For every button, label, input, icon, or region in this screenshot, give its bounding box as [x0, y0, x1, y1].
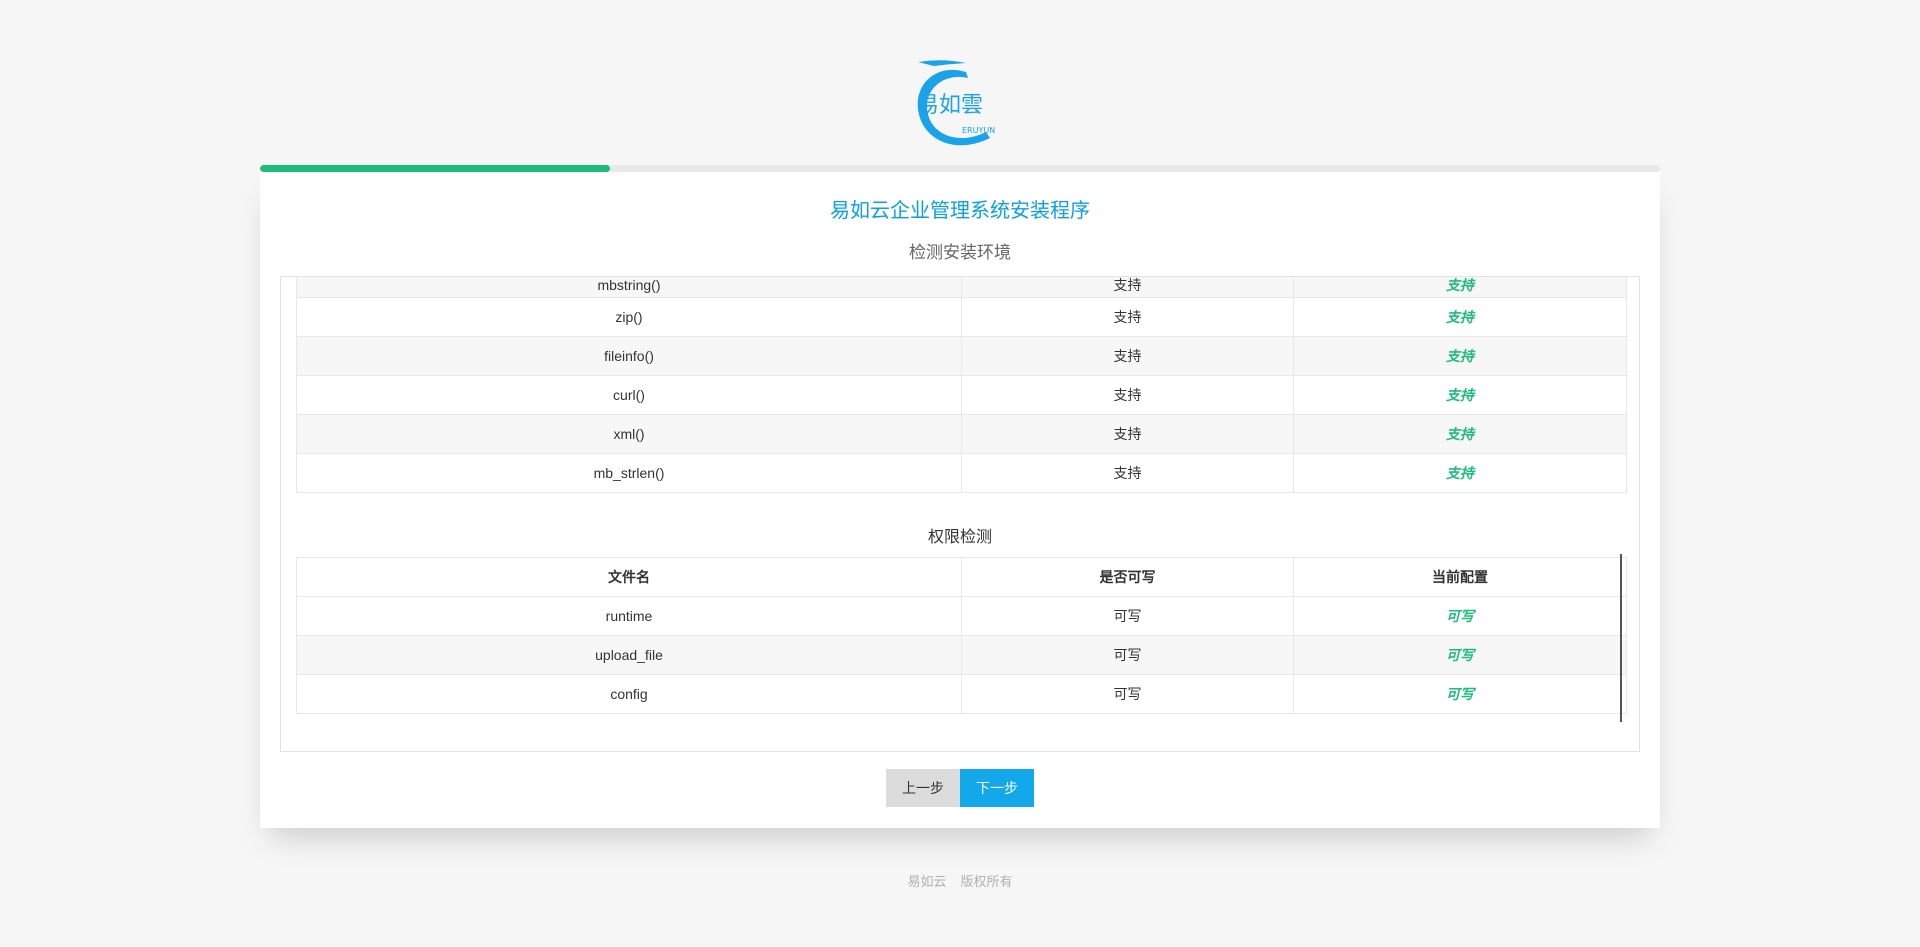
next-step-button[interactable]: 下一步	[960, 769, 1034, 807]
page-subtitle: 检测安装环境	[909, 243, 1011, 262]
table-row: upload_file 可写 可写	[296, 635, 1627, 675]
table-row: fileinfo() 支持 支持	[296, 336, 1627, 376]
function-name: zip()	[296, 297, 962, 337]
required-value: 支持	[961, 375, 1294, 415]
install-progress-fill	[260, 165, 610, 172]
step-buttons: 上一步 下一步	[886, 769, 1034, 807]
logo: 易如雲 ERUYUN	[912, 56, 1008, 156]
current-status: 支持	[1293, 453, 1627, 493]
column-header-current: 当前配置	[1293, 557, 1627, 597]
function-name: mbstring()	[296, 277, 962, 298]
current-status: 支持	[1293, 336, 1627, 376]
required-value: 支持	[961, 277, 1294, 298]
install-card: 易如云企业管理系统安装程序 检测安装环境 mbstring() 支持 支持 zi…	[260, 172, 1660, 828]
table-row: mbstring() 支持 支持	[296, 277, 1627, 298]
file-name: config	[296, 674, 962, 714]
footer: 易如云 版权所有	[0, 871, 1920, 890]
function-name: mb_strlen()	[296, 453, 962, 493]
scrollbar[interactable]	[1620, 554, 1622, 722]
current-status: 支持	[1293, 375, 1627, 415]
page-title: 易如云企业管理系统安装程序	[830, 200, 1090, 222]
table-row: curl() 支持 支持	[296, 375, 1627, 415]
permission-check-title: 权限检测	[927, 529, 992, 546]
logo-graphic: 易如雲 ERUYUN	[917, 60, 995, 146]
current-status: 支持	[1293, 277, 1627, 298]
current-status: 支持	[1293, 297, 1627, 337]
required-value: 可写	[961, 674, 1294, 714]
required-value: 可写	[961, 596, 1294, 636]
table-row: runtime 可写 可写	[296, 596, 1627, 636]
footer-company: 易如云	[907, 874, 947, 889]
required-value: 支持	[961, 414, 1294, 454]
function-name: curl()	[296, 375, 962, 415]
column-header-filename: 文件名	[296, 557, 962, 597]
footer-rights: 版权所有	[960, 874, 1013, 889]
current-status: 支持	[1293, 414, 1627, 454]
function-check-table: mbstring() 支持 支持 zip() 支持 支持 fileinfo() …	[296, 277, 1627, 493]
environment-check-panel[interactable]: mbstring() 支持 支持 zip() 支持 支持 fileinfo() …	[280, 276, 1640, 752]
table-row: mb_strlen() 支持 支持	[296, 453, 1627, 493]
required-value: 可写	[961, 635, 1294, 675]
current-status: 可写	[1293, 596, 1627, 636]
column-header-writable: 是否可写	[961, 557, 1294, 597]
current-status: 可写	[1293, 674, 1627, 714]
table-row: zip() 支持 支持	[296, 297, 1627, 337]
required-value: 支持	[961, 453, 1294, 493]
permission-check-table: 文件名 是否可写 当前配置 runtime 可写 可写 upload_file …	[296, 557, 1627, 714]
function-name: xml()	[296, 414, 962, 454]
install-progress-bar	[260, 165, 1660, 172]
file-name: runtime	[296, 596, 962, 636]
logo-text: 易如雲	[917, 93, 983, 118]
table-row: config 可写 可写	[296, 674, 1627, 714]
table-header-row: 文件名 是否可写 当前配置	[296, 557, 1627, 597]
logo-brand: ERUYUN	[962, 126, 995, 135]
prev-step-button[interactable]: 上一步	[886, 769, 960, 807]
table-row: xml() 支持 支持	[296, 414, 1627, 454]
required-value: 支持	[961, 336, 1294, 376]
file-name: upload_file	[296, 635, 962, 675]
function-name: fileinfo()	[296, 336, 962, 376]
current-status: 可写	[1293, 635, 1627, 675]
required-value: 支持	[961, 297, 1294, 337]
